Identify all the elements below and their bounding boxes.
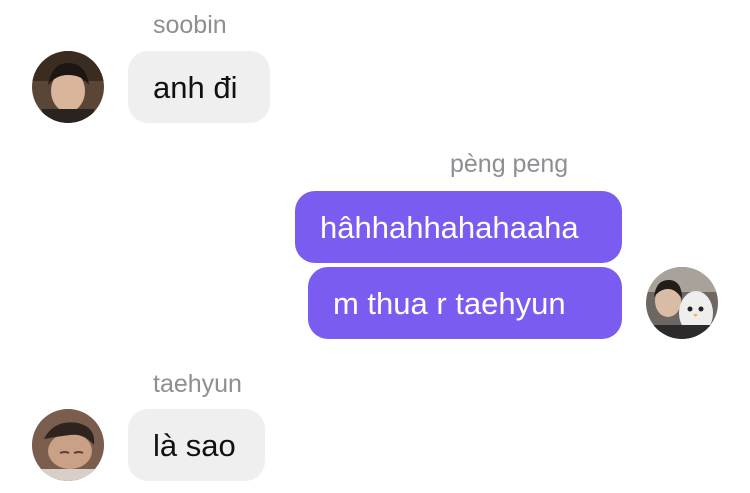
message-bubble[interactable]: m thua r taehyun (308, 267, 622, 339)
peng-avatar[interactable] (646, 267, 718, 339)
message-text: m thua r taehyun (333, 285, 566, 321)
message-bubble[interactable]: là sao (128, 409, 265, 481)
message-bubble[interactable]: anh đi (128, 51, 270, 123)
message-text: anh đi (153, 69, 238, 105)
soobin-avatar[interactable] (32, 51, 104, 123)
sender-name: taehyun (153, 370, 242, 398)
sender-name: soobin (153, 11, 227, 39)
sender-name: pèng peng (450, 150, 569, 178)
message-bubble[interactable]: hâhhahhahahaaha (295, 191, 622, 263)
taehyun-avatar[interactable] (32, 409, 104, 481)
message-text: hâhhahhahahaaha (320, 209, 579, 245)
chat-thread: soobin anh đi pèng peng hâhhahhahahaaha … (0, 0, 750, 493)
message-text: là sao (153, 427, 236, 463)
